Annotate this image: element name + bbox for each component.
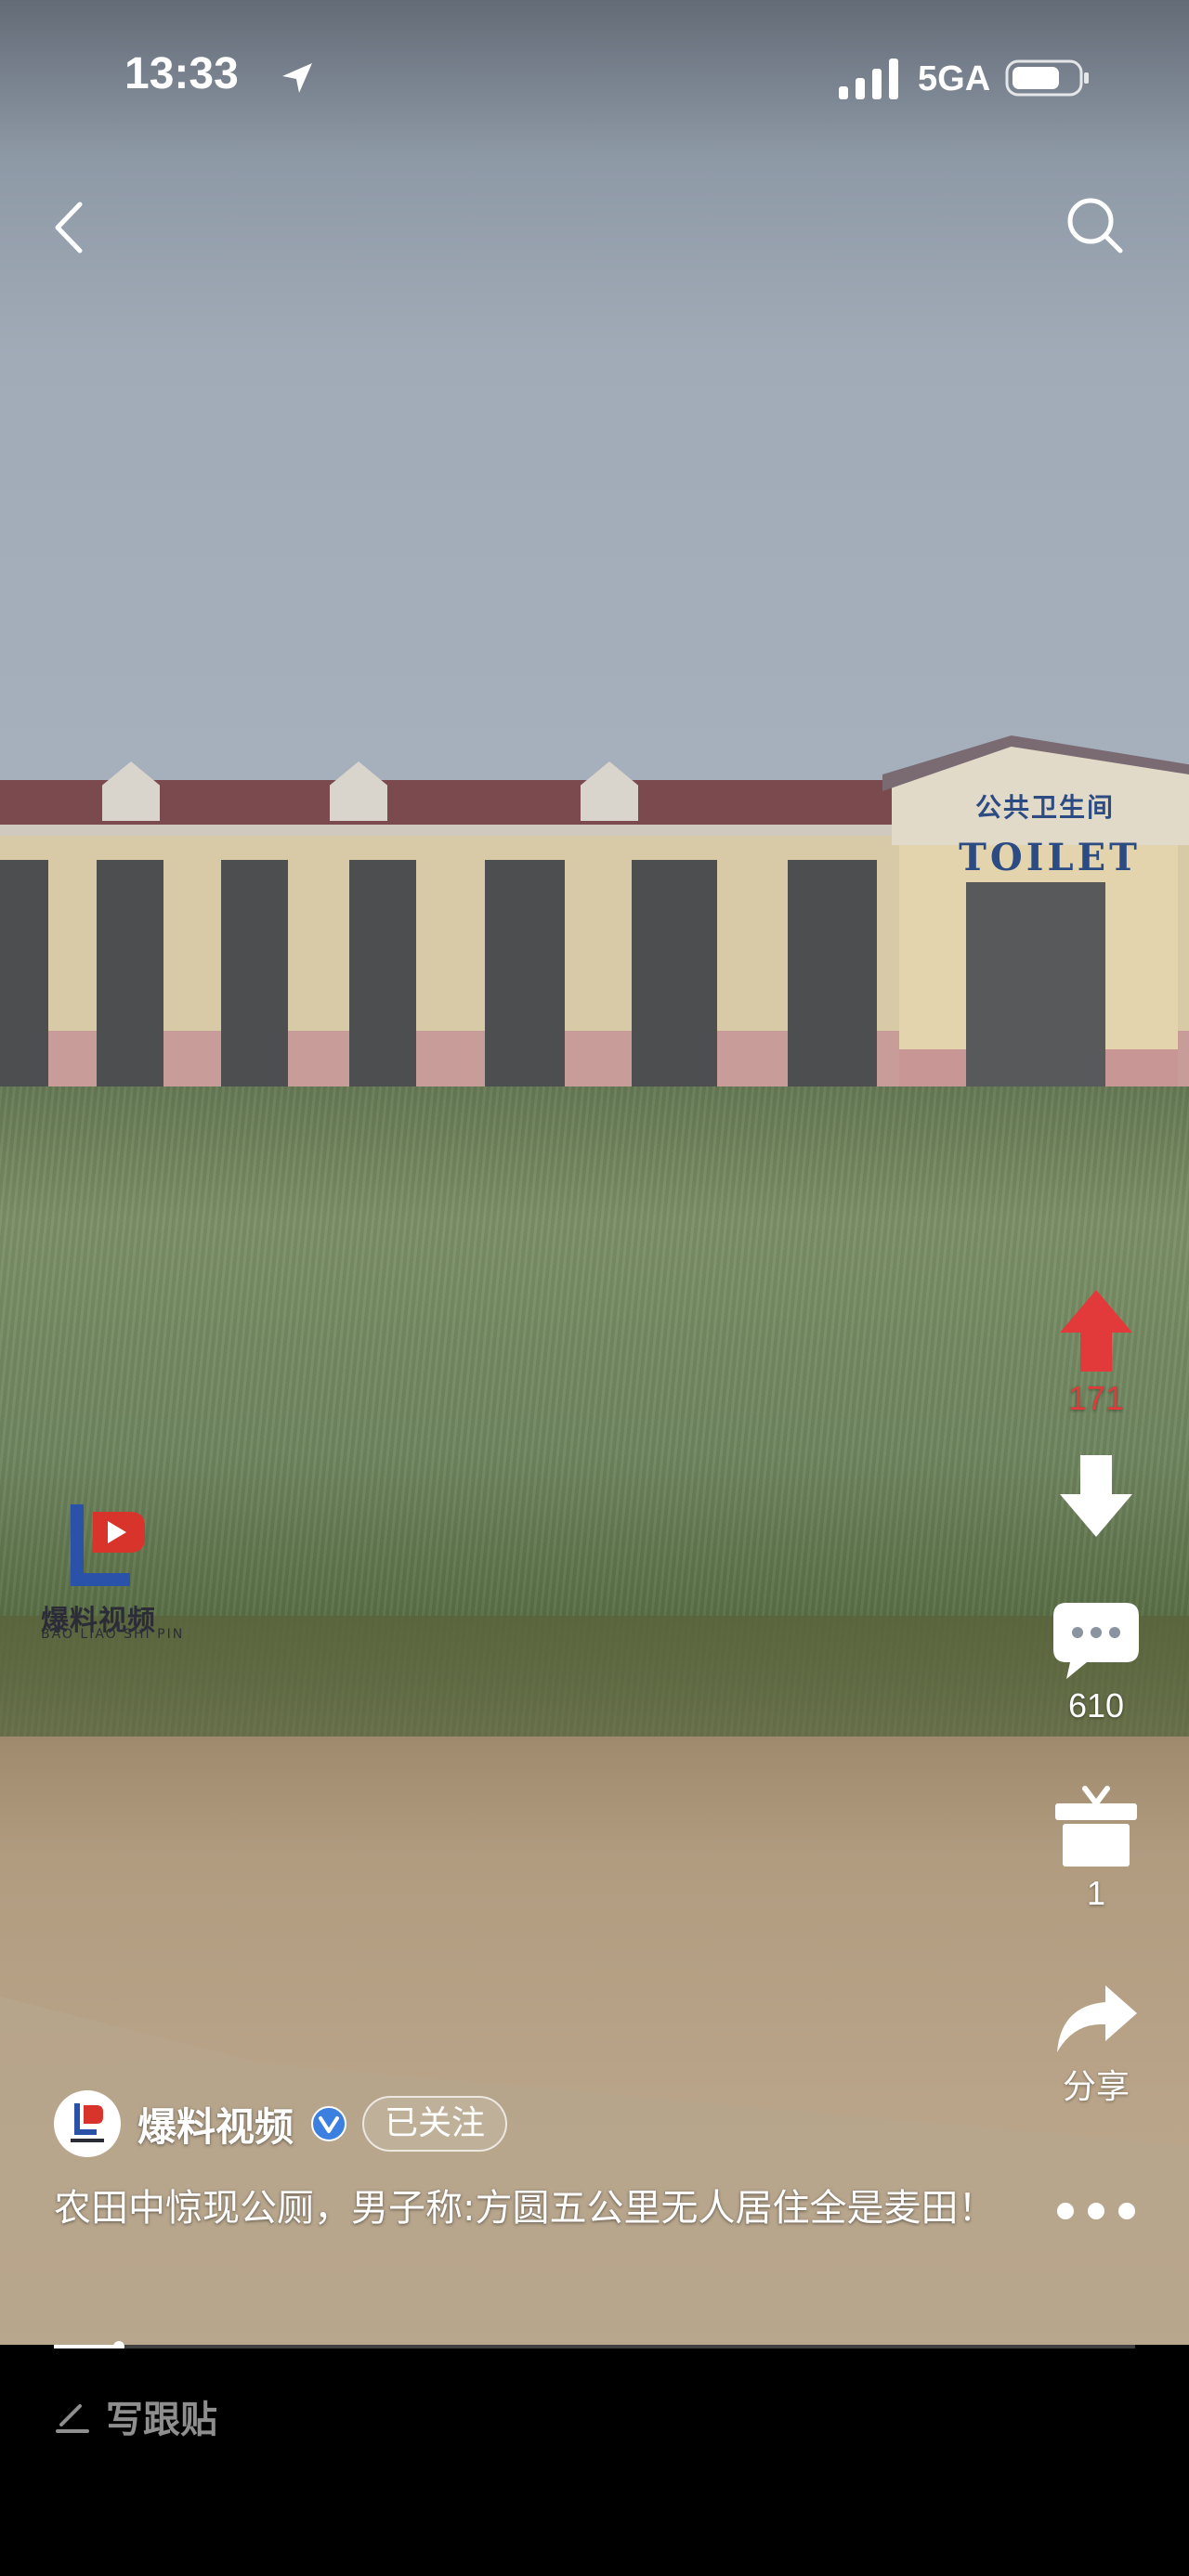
downvote-button[interactable] [1040, 1451, 1152, 1541]
author-logo-icon [71, 2103, 104, 2142]
gift-box-icon [1055, 1786, 1137, 1867]
share-arrow-icon [1057, 1985, 1137, 2052]
cellular-signal-icon [839, 59, 898, 99]
verified-badge-icon [311, 2106, 347, 2141]
roof-dormer [581, 761, 638, 821]
sign-chinese: 公共卫生间 [974, 792, 1115, 823]
follow-button[interactable]: 已关注 [362, 2096, 508, 2152]
gift-count: 1 [1086, 1874, 1106, 1912]
toilet-doorway [788, 860, 877, 1101]
author-avatar[interactable] [54, 2090, 121, 2157]
share-button[interactable]: 分享 [1040, 1982, 1152, 2108]
battery-icon [1005, 59, 1089, 97]
location-arrow-icon [282, 63, 312, 93]
comment-count: 610 [1067, 1686, 1125, 1724]
more-options-button[interactable] [1040, 2197, 1152, 2225]
toilet-doorway [485, 860, 565, 1101]
toilet-doorway [97, 860, 163, 1101]
back-chevron-icon[interactable] [45, 197, 97, 258]
search-icon[interactable] [1063, 193, 1128, 258]
share-label: 分享 [1062, 2067, 1130, 2105]
toilet-doorway [221, 860, 288, 1101]
toilet-doorway [632, 860, 717, 1101]
upvote-button[interactable]: 171 [1040, 1286, 1152, 1418]
video-player[interactable]: 公共卫生间 TOILET 爆料视频 BAO LIAO SHI PIN [0, 0, 1189, 2345]
pencil-icon [56, 2404, 89, 2433]
author-name[interactable]: 爆料视频 [137, 2096, 294, 2153]
downvote-arrow-icon [1060, 1455, 1132, 1537]
video-feed-screen: 公共卫生间 TOILET 爆料视频 BAO LIAO SHI PIN 13:33… [0, 0, 1189, 2576]
network-type: 5GA [918, 59, 991, 98]
toilet-doorway [349, 860, 416, 1101]
upvote-count: 171 [1067, 1379, 1125, 1417]
watermark-subtext: BAO LIAO SHI PIN [41, 1627, 185, 1642]
toilet-doorway [0, 860, 48, 1101]
comment-bubble-icon [1053, 1603, 1139, 1679]
write-reply-button[interactable]: 写跟贴 [56, 2389, 217, 2443]
write-reply-label: 写跟贴 [106, 2399, 217, 2441]
comment-button[interactable]: 610 [1040, 1599, 1152, 1725]
roof-dormer [102, 761, 160, 821]
sign-english: TOILET [959, 836, 1141, 879]
bottom-bar [0, 2348, 1189, 2576]
video-caption: 农田中惊现公厕，男子称:方圆五公里无人居住全是麦田！ [54, 2187, 996, 2230]
status-time: 13:33 [124, 49, 239, 98]
status-bar: 13:33 5GA [0, 0, 1189, 158]
gift-button[interactable]: 1 [1040, 1781, 1152, 1913]
more-dots-icon [1057, 2203, 1135, 2219]
author-row: 爆料视频 已关注 [54, 2089, 508, 2158]
roof-dormer [330, 761, 387, 821]
upvote-arrow-icon [1060, 1290, 1132, 1372]
